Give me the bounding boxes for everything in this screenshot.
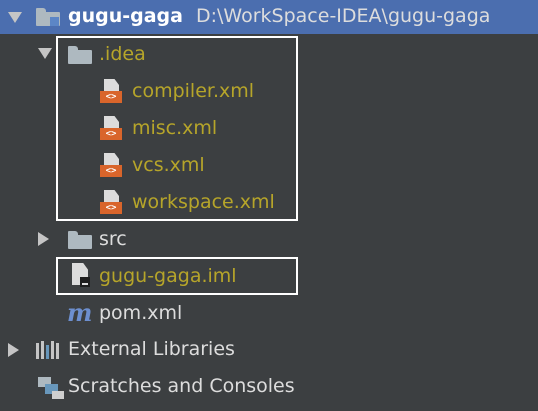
tree-row-external-libraries[interactable]: External Libraries: [0, 332, 538, 368]
folder-label: src: [99, 228, 127, 250]
libraries-icon: [36, 341, 60, 359]
expand-chevron-right-icon[interactable]: [38, 232, 49, 246]
project-name: gugu-gaga: [68, 5, 183, 27]
tree-row-scratches[interactable]: Scratches and Consoles: [0, 369, 538, 405]
tree-row-pom-file[interactable]: m pom.xml: [0, 295, 538, 331]
expand-chevron-right-icon[interactable]: [8, 343, 19, 357]
node-label: Scratches and Consoles: [68, 375, 295, 397]
highlight-box-idea: [56, 36, 298, 221]
project-path: D:\WorkSpace-IDEA\gugu-gaga: [196, 5, 491, 27]
tree-row-src-folder[interactable]: src: [0, 221, 538, 257]
folder-icon: [68, 231, 92, 249]
file-label: pom.xml: [99, 302, 183, 324]
expand-chevron-down-icon[interactable]: [38, 48, 52, 59]
node-label: External Libraries: [68, 338, 235, 360]
maven-icon: m: [67, 298, 93, 327]
module-folder-icon: [36, 8, 60, 26]
expand-chevron-down-icon[interactable]: [8, 12, 22, 23]
tree-row-project-root[interactable]: gugu-gaga D:\WorkSpace-IDEA\gugu-gaga: [0, 0, 538, 34]
highlight-box-iml: [56, 257, 298, 295]
scratches-icon: [38, 375, 64, 399]
